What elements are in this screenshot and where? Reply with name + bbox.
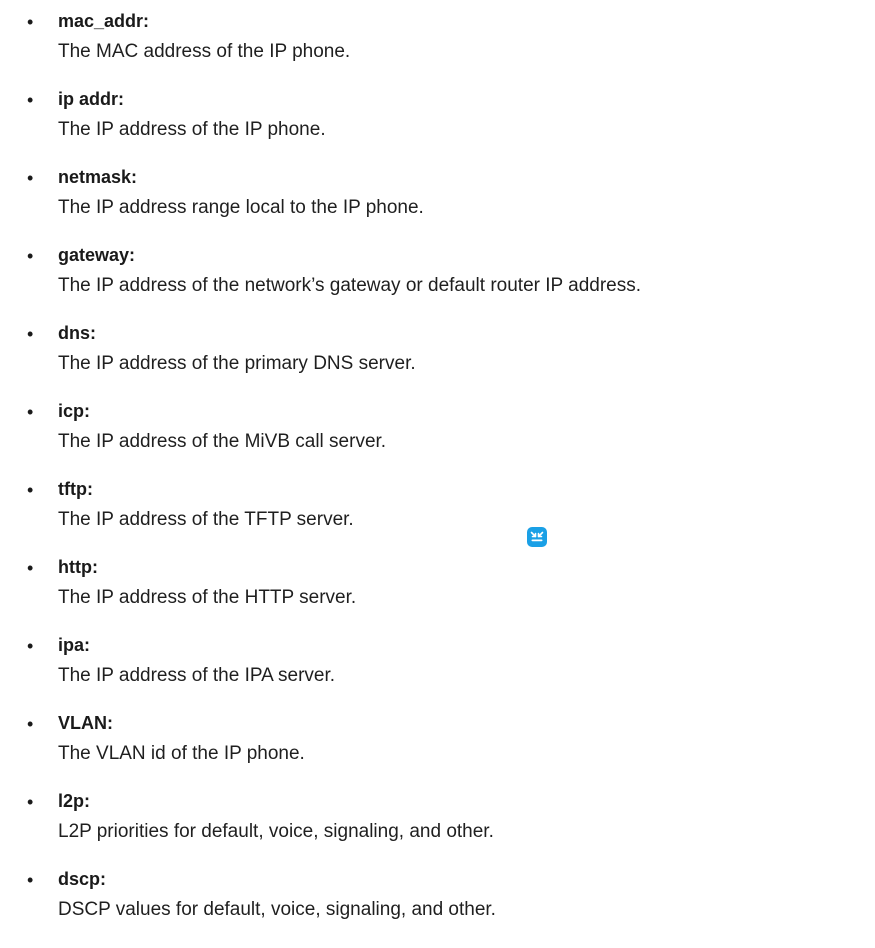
parameter-term: netmask:	[58, 167, 138, 187]
parameter-description: The IP address range local to the IP pho…	[58, 197, 424, 218]
parameter-term: dscp:	[58, 869, 107, 889]
bullet: •	[27, 480, 34, 500]
parameter-description: The IP address of the IPA server.	[58, 665, 336, 686]
list-item: • dscp: DSCP values for default, voice, …	[0, 864, 875, 936]
list-item: • ipa: The IP address of the IPA server.	[0, 630, 875, 702]
bullet: •	[27, 12, 34, 32]
parameter-term: gateway:	[58, 245, 136, 265]
list-item: • VLAN: The VLAN id of the IP phone.	[0, 708, 875, 780]
bullet: •	[27, 324, 34, 344]
parameter-description: The IP address of the IP phone.	[58, 119, 326, 140]
bullet: •	[27, 90, 34, 110]
list-item: • http: The IP address of the HTTP serve…	[0, 552, 875, 624]
parameter-description: L2P priorities for default, voice, signa…	[58, 821, 494, 842]
list-item: • l2p: L2P priorities for default, voice…	[0, 786, 875, 858]
bullet: •	[27, 870, 34, 890]
parameter-description: The IP address of the network’s gateway …	[58, 275, 641, 296]
bullet: •	[27, 636, 34, 656]
bullet: •	[27, 792, 34, 812]
list-item: • tftp: The IP address of the TFTP serve…	[0, 474, 875, 546]
parameter-term: ip addr:	[58, 89, 124, 109]
bullet: •	[27, 402, 34, 422]
bullet: •	[27, 714, 34, 734]
parameter-description: The VLAN id of the IP phone.	[58, 743, 305, 764]
bullet: •	[27, 246, 34, 266]
parameter-term: http:	[58, 557, 98, 577]
parameter-description: The IP address of the HTTP server.	[58, 587, 357, 608]
collapse-arrows-icon	[530, 531, 544, 542]
parameter-term: l2p:	[58, 791, 91, 811]
list-item: • mac_addr: The MAC address of the IP ph…	[0, 6, 875, 78]
list-item: • dns: The IP address of the primary DNS…	[0, 318, 875, 390]
parameter-description: The IP address of the primary DNS server…	[58, 353, 416, 374]
list-item: • ip addr: The IP address of the IP phon…	[0, 84, 875, 156]
parameter-term: dns:	[58, 323, 96, 343]
parameter-description: The IP address of the TFTP server.	[58, 509, 354, 530]
parameter-term: tftp:	[58, 479, 93, 499]
list-item: • icp: The IP address of the MiVB call s…	[0, 396, 875, 468]
bullet: •	[27, 168, 34, 188]
parameter-description: The MAC address of the IP phone.	[58, 41, 351, 62]
parameter-term: ipa:	[58, 635, 91, 655]
parameter-description: The IP address of the MiVB call server.	[58, 431, 387, 452]
bullet: •	[27, 558, 34, 578]
collapse-button[interactable]	[527, 527, 547, 547]
parameter-term: mac_addr:	[58, 11, 150, 31]
parameter-term: VLAN:	[58, 713, 113, 733]
parameter-term: icp:	[58, 401, 91, 421]
parameter-description: DSCP values for default, voice, signalin…	[58, 899, 496, 920]
list-item: • netmask: The IP address range local to…	[0, 162, 875, 234]
list-item: • gateway: The IP address of the network…	[0, 240, 875, 312]
